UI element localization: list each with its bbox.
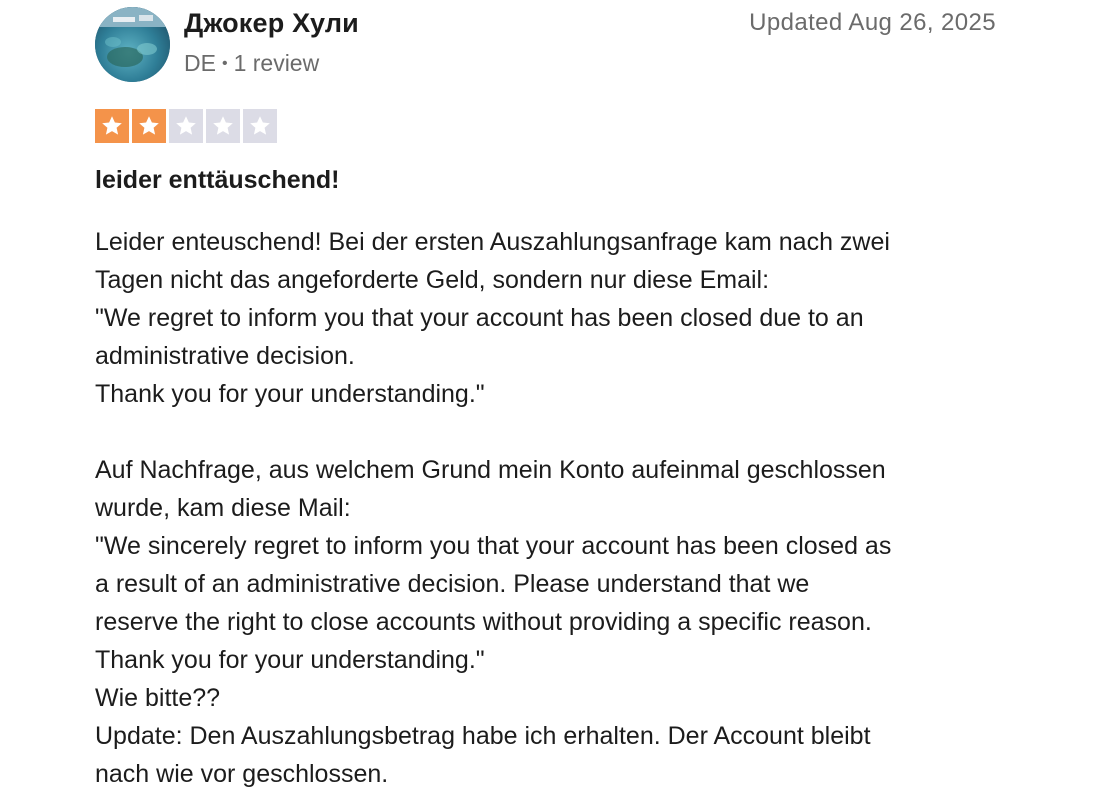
review-text-line: wurde, kam diese Mail: bbox=[95, 494, 351, 522]
review-text-line: Leider enteuschend! Bei der ersten Ausza… bbox=[95, 228, 890, 256]
review-text-line: Update: Den Auszahlungsbetrag habe ich e… bbox=[95, 722, 871, 750]
reviewer-name[interactable]: Джокер Хули bbox=[184, 8, 359, 39]
avatar-photo-icon bbox=[95, 7, 170, 82]
review-text-line: "We regret to inform you that your accou… bbox=[95, 304, 864, 332]
review-body: Leider enteuschend! Bei der ersten Ausza… bbox=[95, 223, 1015, 793]
review-text-line: a result of an administrative decision. … bbox=[95, 570, 810, 598]
reviewer-meta: DE • 1 review bbox=[184, 50, 319, 77]
star-filled bbox=[132, 109, 166, 143]
meta-separator: • bbox=[221, 55, 228, 72]
paragraph-break bbox=[95, 413, 1015, 451]
review-text-line: Thank you for your understanding." bbox=[95, 646, 485, 674]
star-filled bbox=[95, 109, 129, 143]
star-icon bbox=[139, 116, 159, 135]
avatar[interactable] bbox=[95, 7, 170, 82]
review-card: Джокер Хули DE • 1 review Updated Aug 26, … bbox=[0, 0, 1108, 812]
review-text-line: Auf Nachfrage, aus welchem Grund mein Ko… bbox=[95, 456, 886, 484]
reviewer-review-count: 1 review bbox=[233, 50, 320, 76]
star-icon bbox=[213, 116, 233, 135]
review-text-line: reserve the right to close accounts with… bbox=[95, 608, 872, 636]
star-icon bbox=[102, 116, 122, 135]
star-icon bbox=[250, 116, 270, 135]
star-empty bbox=[169, 109, 203, 143]
star-icon bbox=[176, 116, 196, 135]
review-title[interactable]: leider enttäuschend! bbox=[95, 166, 340, 195]
review-text-line: Wie bitte?? bbox=[95, 684, 221, 712]
review-date: Updated Aug 26, 2025 bbox=[749, 9, 996, 36]
star-empty bbox=[243, 109, 277, 143]
review-text-line: Tagen nicht das angeforderte Geld, sonde… bbox=[95, 266, 770, 294]
review-text-line: Thank you for your understanding." bbox=[95, 380, 485, 408]
review-text-line: administrative decision. bbox=[95, 342, 355, 370]
review-text-line: "We sincerely regret to inform you that … bbox=[95, 532, 892, 560]
star-rating bbox=[95, 109, 277, 143]
review-text-line: nach wie vor geschlossen. bbox=[95, 760, 389, 788]
reviewer-country: DE bbox=[184, 50, 216, 76]
star-empty bbox=[206, 109, 240, 143]
